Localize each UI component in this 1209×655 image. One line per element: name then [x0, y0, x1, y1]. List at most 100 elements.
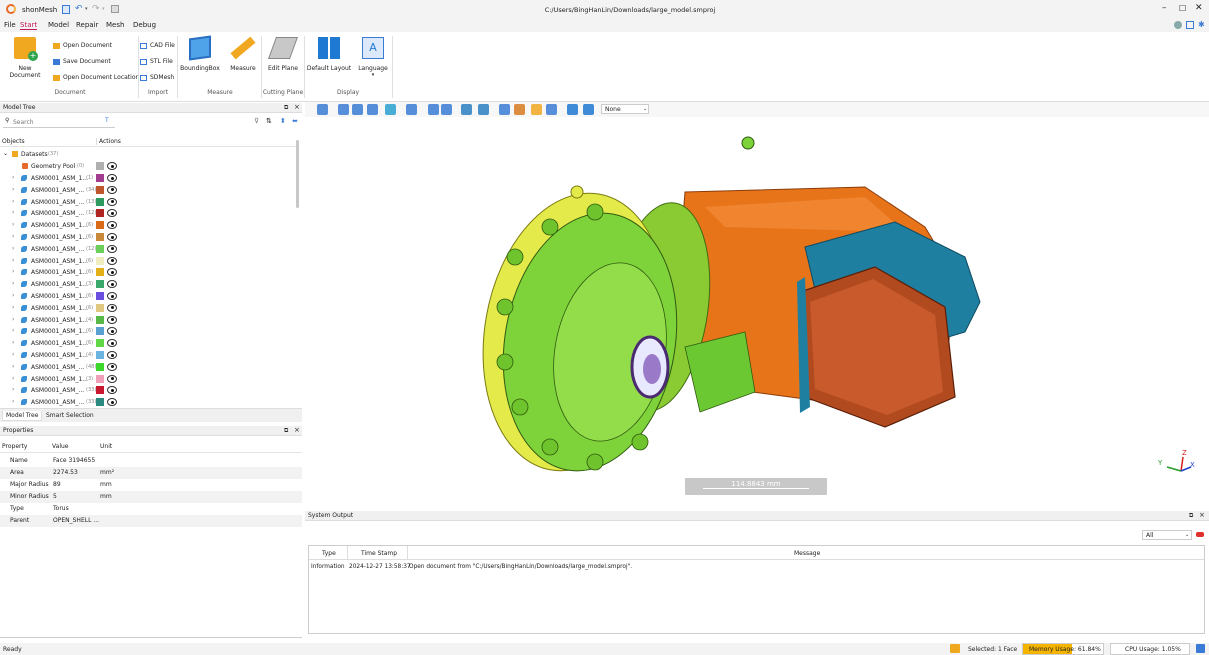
color-swatch[interactable] — [96, 221, 104, 230]
tree-item[interactable]: › ASM0001_ASM_1... (4) — [0, 350, 300, 362]
redo-icon[interactable]: ↷ — [92, 4, 100, 14]
visibility-eye-icon[interactable] — [107, 233, 117, 241]
property-row[interactable]: Type Torus — [0, 503, 302, 515]
fit-view-icon[interactable] — [338, 104, 349, 115]
import-sdmesh-button[interactable]: SDMesh — [140, 74, 174, 81]
layout-icon[interactable] — [1186, 21, 1194, 29]
tree-item[interactable]: › ASM0001_ASM_... (13) — [0, 197, 300, 209]
visibility-eye-icon[interactable] — [107, 339, 117, 348]
color-swatch[interactable] — [96, 386, 104, 395]
tree-item[interactable]: › ASM0001_ASM_1... (6) — [0, 267, 300, 279]
close-icon[interactable]: × — [1199, 511, 1205, 519]
color-swatch[interactable] — [96, 327, 104, 336]
menu-repair[interactable]: Repair — [76, 21, 98, 29]
menu-mesh[interactable]: Mesh — [106, 21, 124, 29]
select-arrow-icon[interactable] — [428, 104, 439, 115]
tree-scrollbar[interactable] — [296, 140, 299, 208]
undo-icon[interactable]: ↶ — [75, 4, 83, 14]
language-button[interactable]: A Language ▾ — [356, 37, 390, 78]
minimize-button[interactable]: – — [1162, 3, 1167, 13]
color-swatch[interactable] — [96, 315, 104, 324]
edit-plane-button[interactable]: Edit Plane — [264, 37, 302, 72]
tree-item-geometry-pool[interactable]: Geometry Pool (0) — [0, 161, 300, 173]
property-row[interactable]: Parent OPEN_SHELL ... — [0, 515, 302, 527]
visibility-eye-icon[interactable] — [107, 374, 117, 383]
chevron-right-icon[interactable]: › — [12, 363, 14, 370]
tree-item[interactable]: › ASM0001_ASM_... (12) — [0, 208, 300, 220]
tree-item[interactable]: › ASM0001_ASM_1... (6) — [0, 338, 300, 350]
float-icon[interactable]: ⧉ — [1189, 512, 1193, 520]
list-icon[interactable] — [317, 104, 328, 115]
chevron-right-icon[interactable]: › — [12, 292, 14, 299]
chevron-right-icon[interactable]: › — [12, 386, 14, 393]
property-row[interactable]: Minor Radius 5 mm — [0, 491, 302, 503]
selection-mode-icon[interactable] — [950, 644, 960, 653]
perspective-icon[interactable] — [583, 104, 594, 115]
view-back-icon[interactable] — [478, 104, 489, 115]
visibility-eye-icon[interactable] — [107, 398, 117, 407]
chevron-right-icon[interactable]: › — [12, 245, 14, 252]
visibility-eye-icon[interactable] — [107, 315, 117, 324]
rotate-icon[interactable] — [385, 104, 396, 115]
tree-item[interactable]: › ASM0001_ASM_... (12) — [0, 244, 300, 256]
color-swatch[interactable] — [96, 398, 104, 407]
tree-item[interactable]: › ASM0001_ASM_1... (6) — [0, 291, 300, 303]
axis-icon[interactable] — [514, 104, 525, 115]
tree-item[interactable]: › ASM0001_ASM_1... (1) — [0, 173, 300, 185]
zoom-icon[interactable] — [406, 104, 417, 115]
color-swatch[interactable] — [96, 197, 104, 206]
visibility-eye-icon[interactable] — [107, 162, 117, 170]
chevron-right-icon[interactable]: › — [12, 233, 14, 240]
color-swatch[interactable] — [96, 256, 104, 265]
settings-icon[interactable]: ✱ — [1198, 20, 1205, 29]
tree-item[interactable]: › ASM0001_ASM_1... (6) — [0, 303, 300, 315]
box-select-icon[interactable] — [441, 104, 452, 115]
visibility-eye-icon[interactable] — [107, 292, 117, 300]
visibility-eye-icon[interactable] — [107, 362, 117, 371]
import-cad-button[interactable]: CAD File — [140, 42, 175, 49]
color-swatch[interactable] — [96, 162, 104, 170]
tree-item[interactable]: › ASM0001_ASM_1... (6) — [0, 232, 300, 244]
visibility-eye-icon[interactable] — [107, 209, 117, 218]
help-icon[interactable] — [1174, 21, 1182, 29]
visibility-eye-icon[interactable] — [107, 351, 117, 359]
open-location-button[interactable]: Open Document Location — [53, 74, 139, 81]
tree-item[interactable]: › ASM0001_ASM_1... (3) — [0, 374, 300, 386]
bounding-box-button[interactable]: BoundingBox — [179, 35, 221, 72]
chevron-right-icon[interactable]: › — [12, 316, 14, 323]
selection-filter-dropdown[interactable]: None ⌄ — [601, 104, 649, 114]
undo-dropdown-icon[interactable]: ▾ — [85, 6, 88, 12]
tree-item[interactable]: › ASM0001_ASM_1... (6) — [0, 220, 300, 232]
color-swatch[interactable] — [96, 362, 104, 371]
tab-smart-selection[interactable]: Smart Selection — [46, 412, 94, 419]
chevron-right-icon[interactable]: › — [12, 186, 14, 193]
color-swatch[interactable] — [96, 303, 104, 312]
chevron-right-icon[interactable]: › — [12, 327, 14, 334]
clear-output-icon[interactable] — [1196, 532, 1204, 537]
tree-item[interactable]: › ASM0001_ASM_1... (6) — [0, 326, 300, 338]
chevron-right-icon[interactable]: › — [12, 198, 14, 205]
visibility-eye-icon[interactable] — [107, 221, 117, 230]
color-swatch[interactable] — [96, 292, 104, 300]
visibility-eye-icon[interactable] — [107, 280, 117, 289]
status-action-icon[interactable] — [1196, 644, 1205, 653]
color-swatch[interactable] — [96, 339, 104, 348]
tree-item[interactable]: › ASM0001_ASM_1... (3) — [0, 279, 300, 291]
tree-item[interactable]: › ASM0001_ASM_1... (6) — [0, 256, 300, 268]
tree-item[interactable]: › ASM0001_ASM_... (34) — [0, 185, 300, 197]
visibility-eye-icon[interactable] — [107, 268, 117, 277]
visibility-eye-icon[interactable] — [107, 197, 117, 206]
zoom-view-icon[interactable] — [352, 104, 363, 115]
visibility-eye-icon[interactable] — [107, 256, 117, 265]
node-icon[interactable] — [367, 104, 378, 115]
visibility-eye-icon[interactable] — [107, 244, 117, 253]
color-swatch[interactable] — [96, 185, 104, 194]
menu-model[interactable]: Model — [48, 21, 69, 29]
color-swatch[interactable] — [96, 268, 104, 277]
tree-item[interactable]: › ASM0001_ASM_1... (4) — [0, 315, 300, 327]
chevron-right-icon[interactable]: › — [12, 375, 14, 382]
chevron-right-icon[interactable]: › — [12, 304, 14, 311]
color-swatch[interactable] — [96, 233, 104, 241]
menu-debug[interactable]: Debug — [133, 21, 156, 29]
3d-viewport[interactable]: 114.8843 mm Z Y X — [305, 117, 1209, 508]
